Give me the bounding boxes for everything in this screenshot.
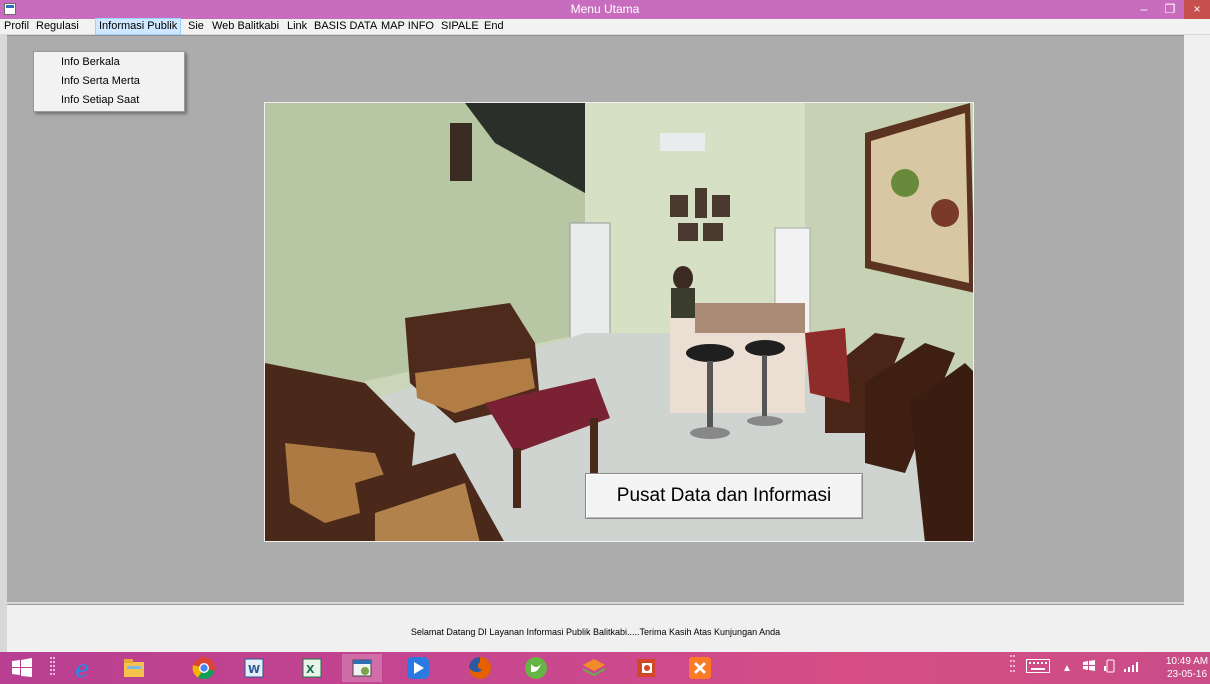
title-bar: Menu Utama – ❐ ×	[0, 0, 1210, 19]
chevron-up-icon[interactable]: ▲	[1062, 663, 1072, 674]
vb6-app-icon[interactable]	[342, 654, 382, 682]
minimize-button[interactable]: –	[1131, 0, 1157, 19]
chrome-icon[interactable]	[184, 654, 224, 682]
menu-item-info-serta-merta[interactable]: Info Serta Merta	[61, 73, 140, 89]
menu-sipale[interactable]: SIPALE	[438, 19, 482, 34]
start-icon[interactable]	[8, 654, 36, 682]
menu-end[interactable]: End	[481, 19, 507, 34]
internet-explorer-icon[interactable]: e	[64, 654, 104, 682]
maximize-button[interactable]: ❐	[1157, 0, 1183, 19]
excel-icon[interactable]: X	[292, 654, 332, 682]
tray-grip-icon	[1010, 654, 1016, 682]
stack-app-icon[interactable]	[574, 654, 614, 682]
menu-bar: Profil Regulasi Informasi Publik Sie Web…	[0, 18, 1210, 35]
menu-link[interactable]: Link	[284, 19, 310, 34]
keyboard-icon[interactable]	[1026, 658, 1050, 678]
menu-profil[interactable]: Profil	[1, 19, 32, 34]
firefox-icon[interactable]	[460, 654, 500, 682]
menu-basis-data[interactable]: BASIS DATA	[311, 19, 380, 34]
close-button[interactable]: ×	[1184, 0, 1210, 19]
status-bar: Selamat Datang DI Layanan Informasi Publ…	[7, 604, 1184, 652]
system-tray: ▲	[1010, 652, 1140, 684]
informasi-publik-dropdown: Info Berkala Info Serta Merta Info Setia…	[33, 51, 185, 112]
window-frame-right	[1184, 35, 1210, 652]
flag-icon[interactable]	[1082, 659, 1096, 677]
svg-text:e: e	[75, 656, 89, 680]
xampp-icon[interactable]	[680, 654, 720, 682]
menu-item-info-setiap-saat[interactable]: Info Setiap Saat	[61, 92, 139, 108]
d-app-icon[interactable]	[398, 654, 438, 682]
taskbar: e W X ▲ 10:49 AM 23-05-16	[0, 652, 1210, 684]
taskbar-separator-icon	[48, 654, 58, 682]
green-app-icon[interactable]	[516, 654, 556, 682]
menu-informasi-publik[interactable]: Informasi Publik	[94, 18, 182, 35]
photo-caption: Pusat Data dan Informasi	[585, 473, 863, 519]
taskbar-clock[interactable]: 10:49 AM 23-05-16	[1164, 655, 1210, 681]
svg-text:X: X	[306, 663, 315, 676]
clock-time: 10:49 AM	[1165, 656, 1209, 667]
menu-map-info[interactable]: MAP INFO	[378, 19, 437, 34]
mobile-network-icon[interactable]	[1103, 659, 1116, 678]
status-message: Selamat Datang DI Layanan Informasi Publ…	[410, 627, 781, 637]
menu-web-balitkabi[interactable]: Web Balitkabi	[209, 19, 282, 34]
word-icon[interactable]: W	[234, 654, 274, 682]
file-explorer-icon[interactable]	[114, 654, 154, 682]
signal-icon[interactable]	[1123, 659, 1140, 677]
powerpoint-icon[interactable]	[626, 654, 666, 682]
menu-sie[interactable]: Sie	[185, 19, 207, 34]
window-title: Menu Utama	[570, 2, 640, 16]
clock-date: 23-05-16	[1166, 669, 1208, 680]
menu-regulasi[interactable]: Regulasi	[33, 19, 82, 34]
svg-text:W: W	[248, 663, 260, 676]
menu-item-info-berkala[interactable]: Info Berkala	[61, 54, 120, 70]
